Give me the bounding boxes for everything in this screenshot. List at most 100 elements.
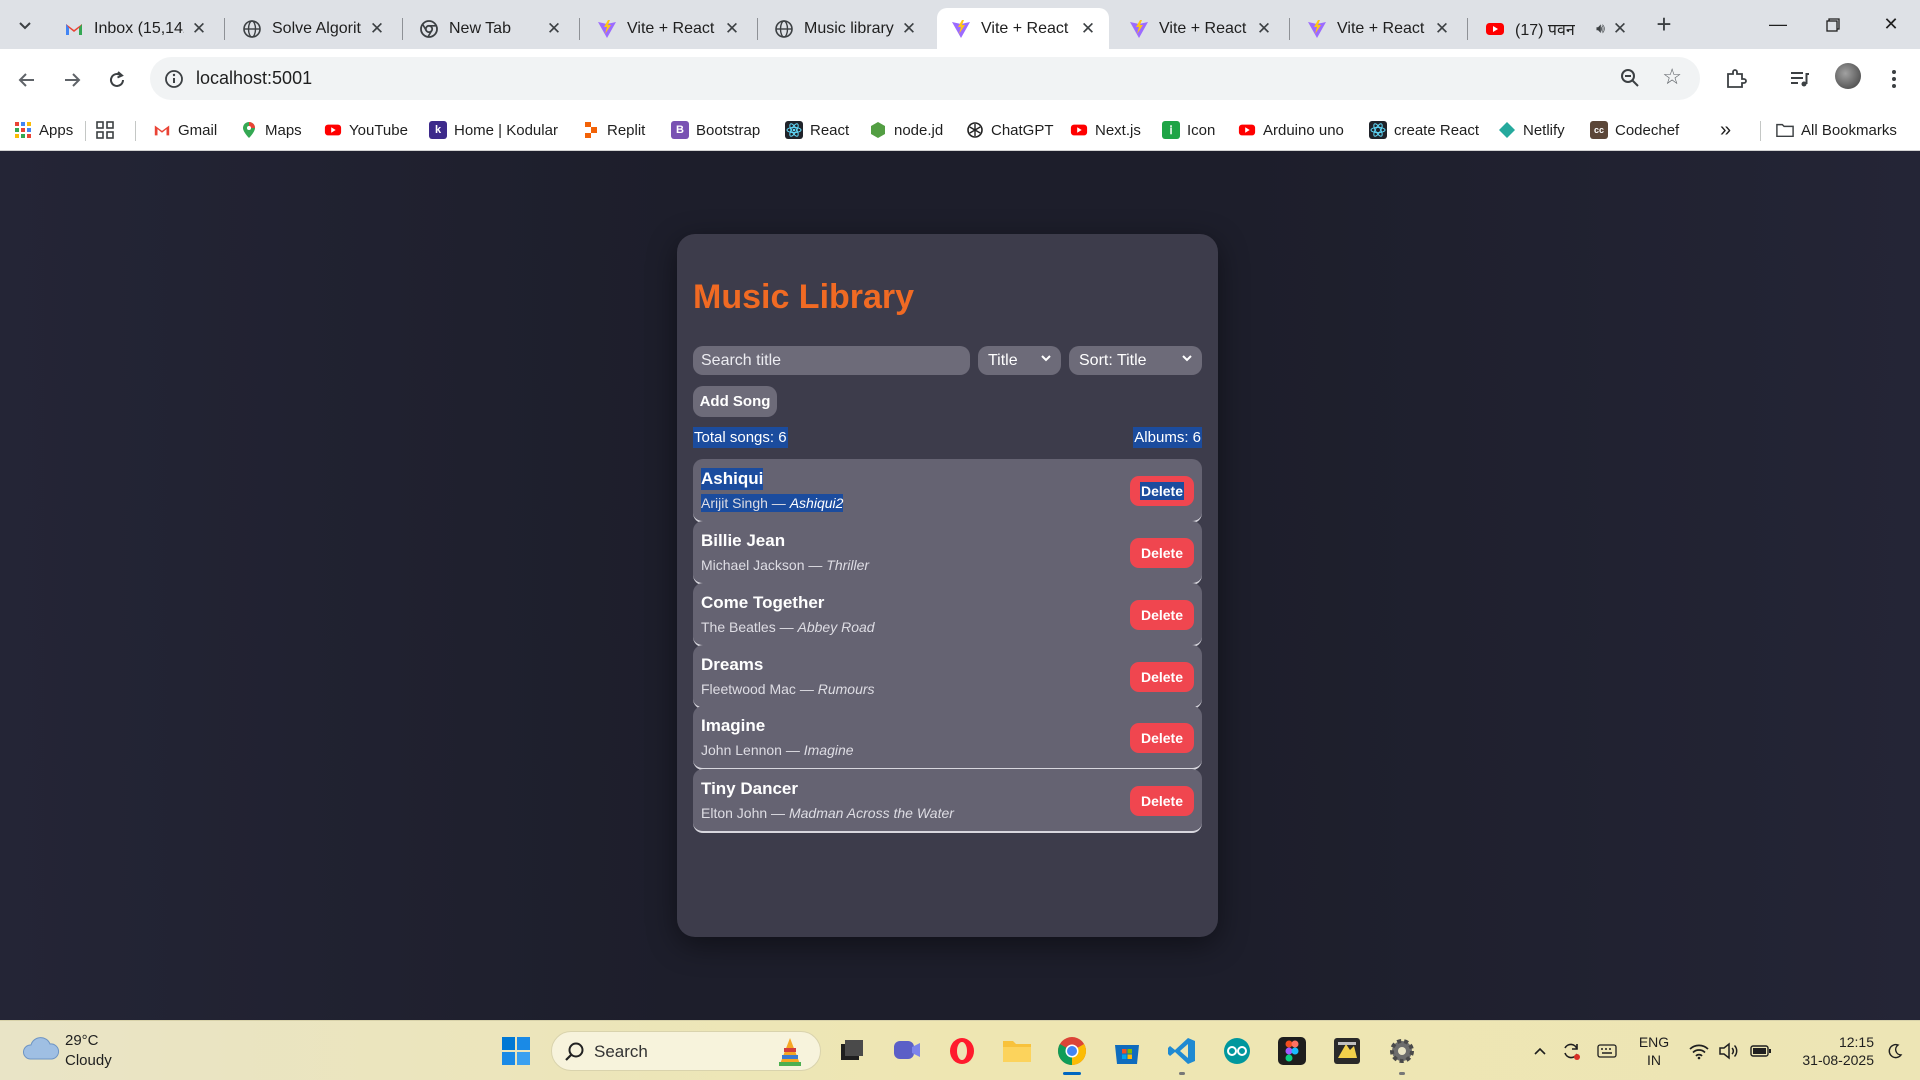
bookmark-nodejs[interactable]: node.jd xyxy=(869,115,943,145)
weather-description[interactable]: Cloudy xyxy=(65,1052,112,1069)
close-window-icon[interactable]: ✕ xyxy=(1868,6,1914,42)
close-tab-icon[interactable]: ✕ xyxy=(545,19,563,39)
close-tab-icon[interactable]: ✕ xyxy=(190,19,208,39)
new-tab-plus-icon[interactable]: + xyxy=(1649,10,1679,40)
bookmark-codechef[interactable]: cc Codechef xyxy=(1590,115,1679,145)
delete-button[interactable]: Delete xyxy=(1130,538,1194,568)
weather-temperature[interactable]: 29°C xyxy=(65,1032,99,1049)
browser-tab[interactable]: Vite + React ✕ xyxy=(1115,8,1285,49)
vite-icon xyxy=(1130,19,1148,38)
settings-gear-icon[interactable] xyxy=(1382,1031,1422,1075)
minimize-icon[interactable]: — xyxy=(1755,6,1801,42)
microsoft-store-icon[interactable] xyxy=(1107,1031,1147,1071)
bookmark-replit[interactable]: Replit xyxy=(582,115,645,145)
site-info-icon[interactable] xyxy=(162,67,186,91)
show-hidden-icons-chevron-icon[interactable] xyxy=(1530,1021,1550,1080)
zoom-magnifier-icon[interactable] xyxy=(1618,66,1642,90)
tab-divider xyxy=(1467,18,1468,40)
all-bookmarks[interactable]: All Bookmarks xyxy=(1776,115,1897,145)
close-tab-icon[interactable]: ✕ xyxy=(368,19,386,39)
battery-icon[interactable] xyxy=(1748,1021,1774,1080)
song-row: Come Together The Beatles — Abbey Road Del… xyxy=(693,583,1202,647)
add-song-button[interactable]: Add Song xyxy=(693,386,777,417)
bookmark-youtube[interactable]: YouTube xyxy=(324,115,408,145)
bookmark-bootstrap[interactable]: B Bootstrap xyxy=(671,115,760,145)
media-control-icon[interactable] xyxy=(1786,65,1814,93)
bookmark-react[interactable]: React xyxy=(785,115,849,145)
figma-icon[interactable] xyxy=(1272,1031,1312,1071)
close-tab-icon[interactable]: ✕ xyxy=(900,19,918,39)
close-tab-icon[interactable]: ✕ xyxy=(723,19,741,39)
bookmark-grid[interactable] xyxy=(96,115,121,145)
song-artist: Arijit Singh xyxy=(701,495,768,511)
bookmark-gmail[interactable]: Gmail xyxy=(153,115,217,145)
delete-button[interactable]: Delete xyxy=(1130,476,1194,506)
browser-tab[interactable]: (17) पवन 🔊︎ ✕ xyxy=(1471,8,1641,49)
meta-separator: — xyxy=(775,619,798,635)
search-highlight-icon xyxy=(779,1038,801,1066)
filter-field-value: Title xyxy=(988,351,1018,369)
clock[interactable]: 12:15 31-08-2025 xyxy=(1784,1033,1874,1069)
close-tab-icon[interactable]: ✕ xyxy=(1433,19,1451,39)
back-arrow-icon[interactable] xyxy=(9,61,45,97)
bookmark-apps[interactable]: Apps xyxy=(14,115,73,145)
close-tab-icon[interactable]: ✕ xyxy=(1611,19,1629,39)
teams-chat-icon[interactable] xyxy=(887,1031,927,1071)
menu-kebab-icon[interactable] xyxy=(1880,65,1908,93)
language-indicator[interactable]: ENG IN xyxy=(1634,1033,1674,1069)
browser-tab[interactable]: Music library ✕ xyxy=(760,8,930,49)
delete-button[interactable]: Delete xyxy=(1130,786,1194,816)
browser-tab[interactable]: Inbox (15,142 ✕ xyxy=(50,8,220,49)
bookmark-icon[interactable]: ⅰ Icon xyxy=(1162,115,1215,145)
bookmark-nextjs[interactable]: Next.js xyxy=(1070,115,1141,145)
bookmark-create-react[interactable]: create React xyxy=(1369,115,1479,145)
close-tab-icon[interactable]: ✕ xyxy=(1079,19,1097,39)
task-view-icon[interactable] xyxy=(832,1031,872,1071)
vscode-icon[interactable] xyxy=(1162,1031,1202,1075)
bookmark-netlify[interactable]: Netlify xyxy=(1498,115,1565,145)
close-tab-icon[interactable]: ✕ xyxy=(1255,19,1273,39)
bookmark-star-icon[interactable]: ☆ xyxy=(1662,64,1682,90)
taskbar-search[interactable]: Search xyxy=(551,1031,821,1071)
wifi-icon[interactable] xyxy=(1686,1021,1712,1080)
reload-icon[interactable] xyxy=(99,61,135,97)
sync-icon[interactable] xyxy=(1558,1021,1584,1080)
bookmark-label: Home | Kodular xyxy=(454,121,558,139)
browser-tab[interactable]: New Tab ✕ xyxy=(405,8,575,49)
url-text[interactable]: localhost:5001 xyxy=(196,68,312,89)
bookmark-kodular[interactable]: k Home | Kodular xyxy=(429,115,558,145)
keyboard-icon[interactable] xyxy=(1594,1021,1620,1080)
opera-icon[interactable] xyxy=(942,1031,982,1071)
file-explorer-icon[interactable] xyxy=(997,1031,1037,1071)
tab-search-chevron-icon[interactable] xyxy=(10,10,40,40)
volume-icon[interactable] xyxy=(1716,1021,1742,1080)
notifications-moon-icon[interactable] xyxy=(1884,1021,1906,1080)
arduino-ide-icon[interactable] xyxy=(1217,1031,1257,1071)
folder-icon xyxy=(1776,121,1794,139)
delete-button[interactable]: Delete xyxy=(1130,723,1194,753)
browser-tab[interactable]: Vite + React ✕ xyxy=(1293,8,1463,49)
windows-start-icon[interactable] xyxy=(496,1031,536,1071)
bookmark-chatgpt[interactable]: ChatGPT xyxy=(966,115,1054,145)
more-bookmarks-chevron-icon[interactable]: » xyxy=(1720,115,1731,145)
cloudy-weather-icon[interactable] xyxy=(22,1035,60,1063)
address-bar[interactable]: localhost:5001 ☆ xyxy=(150,57,1700,100)
delete-button[interactable]: Delete xyxy=(1130,600,1194,630)
bookmark-arduino[interactable]: Arduino uno xyxy=(1238,115,1344,145)
browser-tab-active[interactable]: Vite + React ✕ xyxy=(937,8,1109,49)
chrome-taskbar-icon[interactable] xyxy=(1052,1031,1092,1075)
sort-select[interactable]: Sort: Title xyxy=(1069,346,1202,375)
restore-icon[interactable] xyxy=(1810,6,1856,42)
forward-arrow-icon[interactable] xyxy=(54,61,90,97)
extensions-puzzle-icon[interactable] xyxy=(1722,65,1750,93)
delete-button[interactable]: Delete xyxy=(1130,662,1194,692)
search-input[interactable] xyxy=(693,346,970,375)
profile-avatar[interactable] xyxy=(1835,63,1861,89)
browser-tab[interactable]: Vite + React ✕ xyxy=(583,8,753,49)
speaker-icon[interactable]: 🔊︎ xyxy=(1596,20,1605,37)
app-launcher-icon[interactable] xyxy=(1327,1031,1367,1071)
filter-field-select[interactable]: Title xyxy=(978,346,1061,375)
maps-pin-icon xyxy=(240,121,258,139)
bookmark-maps[interactable]: Maps xyxy=(240,115,302,145)
browser-tab[interactable]: Solve Algorith ✕ xyxy=(228,8,398,49)
